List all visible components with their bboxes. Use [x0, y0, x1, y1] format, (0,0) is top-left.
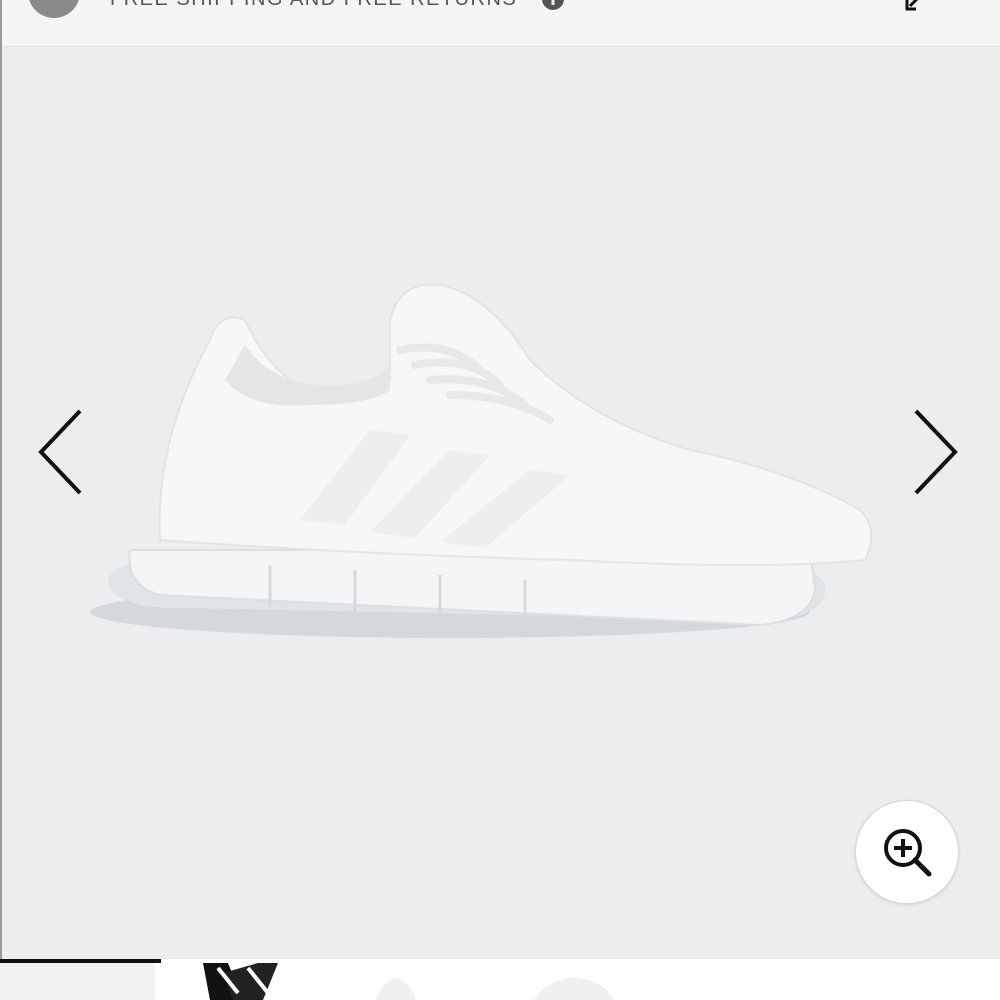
banner-logo: [28, 0, 80, 18]
thumbnail-item[interactable]: [504, 963, 659, 1000]
zoom-button[interactable]: [855, 800, 959, 904]
divider: [0, 0, 2, 1000]
product-image: [90, 283, 873, 638]
zoom-in-icon: [884, 829, 932, 877]
next-image-button[interactable]: [906, 402, 966, 502]
promo-text: FREE SHIPPING AND FREE RETURNS: [110, 0, 517, 11]
chevron-right-icon: [914, 409, 958, 495]
info-icon[interactable]: [540, 0, 566, 17]
arrow-down-left-icon[interactable]: [904, 0, 926, 19]
thumbnail-item[interactable]: [168, 963, 323, 1000]
thumbnail-strip: [0, 959, 1000, 1000]
previous-image-button[interactable]: [30, 402, 90, 502]
chevron-left-icon: [38, 409, 82, 495]
thumbnail-item[interactable]: [336, 963, 491, 1000]
promo-banner: FREE SHIPPING AND FREE RETURNS: [0, 0, 1000, 47]
thumbnail-item[interactable]: [0, 963, 155, 1000]
